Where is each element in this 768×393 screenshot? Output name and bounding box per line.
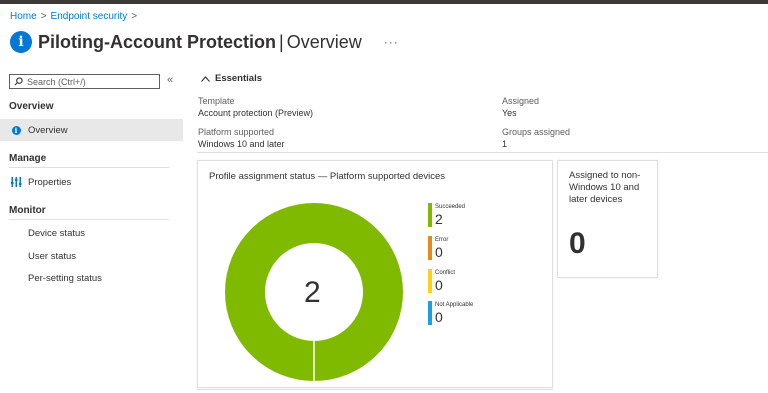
- groups-assigned-label: Groups assigned: [502, 127, 571, 137]
- sidebar-item-label: Per-setting status: [28, 272, 102, 284]
- sidebar-item-user-status[interactable]: User status: [0, 245, 183, 267]
- card-title: Assigned to non-Windows 10 and later dev…: [569, 170, 641, 205]
- donut-total: 2: [304, 276, 321, 309]
- legend-value: 2: [435, 211, 443, 227]
- sidebar-item-label: User status: [28, 250, 77, 262]
- properties-icon: [10, 177, 21, 187]
- info-icon: i: [10, 31, 32, 53]
- legend-swatch: [428, 203, 432, 227]
- top-bar: [0, 0, 768, 4]
- divider: [9, 219, 169, 220]
- breadcrumb-endpoint-security[interactable]: Endpoint security: [51, 11, 128, 22]
- sidebar-item-device-status[interactable]: Device status: [0, 222, 183, 244]
- assigned-value: Yes: [502, 108, 517, 118]
- template-value: Account protection (Preview): [198, 108, 314, 118]
- essentials-toggle[interactable]: Essentials: [201, 73, 262, 84]
- nav-heading-monitor: Monitor: [9, 205, 46, 216]
- nav-heading-overview: Overview: [9, 101, 54, 112]
- legend-value: 0: [435, 309, 443, 325]
- sidebar-item-label: Device status: [28, 227, 86, 239]
- legend-swatch: [428, 269, 432, 293]
- search-placeholder: Search (Ctrl+/): [27, 76, 86, 87]
- title-separator: |: [279, 31, 284, 52]
- legend-name: Succeeded: [435, 204, 466, 210]
- chevron-right-icon: >: [131, 11, 138, 22]
- platform-value: Windows 10 and later: [198, 139, 285, 149]
- page-header: i Piloting-Account Protection | Overview…: [10, 29, 399, 55]
- legend-name: Conflict: [435, 270, 456, 276]
- search-input[interactable]: Search (Ctrl+/): [9, 74, 160, 89]
- collapse-sidebar-icon[interactable]: «: [167, 74, 173, 86]
- search-icon: [14, 77, 23, 86]
- info-icon: i: [11, 125, 21, 135]
- sidebar-item-overview[interactable]: i Overview: [0, 119, 183, 141]
- template-label: Template: [198, 96, 235, 106]
- legend-name: Not Applicable: [435, 302, 474, 308]
- essentials-label: Essentials: [215, 73, 262, 84]
- legend-value: 0: [435, 277, 443, 293]
- profile-assignment-status-card[interactable]: Profile assignment status — Platform sup…: [197, 160, 553, 388]
- sidebar-item-properties[interactable]: Properties: [0, 171, 183, 193]
- non-windows-devices-card[interactable]: Assigned to non-Windows 10 and later dev…: [557, 160, 658, 278]
- chevron-right-icon: >: [40, 11, 47, 22]
- legend-swatch: [428, 236, 432, 260]
- sidebar-item-label: Overview: [28, 124, 68, 136]
- nav-heading-manage: Manage: [9, 153, 47, 164]
- sidebar-item-label: Properties: [28, 176, 72, 188]
- divider: [9, 167, 169, 168]
- page-subtitle: Overview: [286, 31, 362, 52]
- sidebar-item-per-setting-status[interactable]: Per-setting status: [0, 267, 183, 289]
- divider: [197, 389, 553, 390]
- chevron-up-icon: [201, 75, 210, 82]
- platform-label: Platform supported: [198, 127, 275, 137]
- divider: [197, 152, 768, 153]
- breadcrumb: Home > Endpoint security >: [10, 11, 137, 22]
- page-title: Piloting-Account Protection: [38, 31, 276, 52]
- legend-value: 0: [435, 244, 443, 260]
- more-options-icon[interactable]: ···: [384, 35, 399, 49]
- card-title: Profile assignment status — Platform sup…: [209, 171, 446, 182]
- assigned-label: Assigned: [502, 96, 540, 106]
- breadcrumb-home[interactable]: Home: [10, 11, 37, 22]
- groups-assigned-value: 1: [502, 139, 508, 149]
- legend-name: Error: [435, 237, 449, 243]
- legend-swatch: [428, 301, 432, 325]
- card-value: 0: [569, 227, 586, 260]
